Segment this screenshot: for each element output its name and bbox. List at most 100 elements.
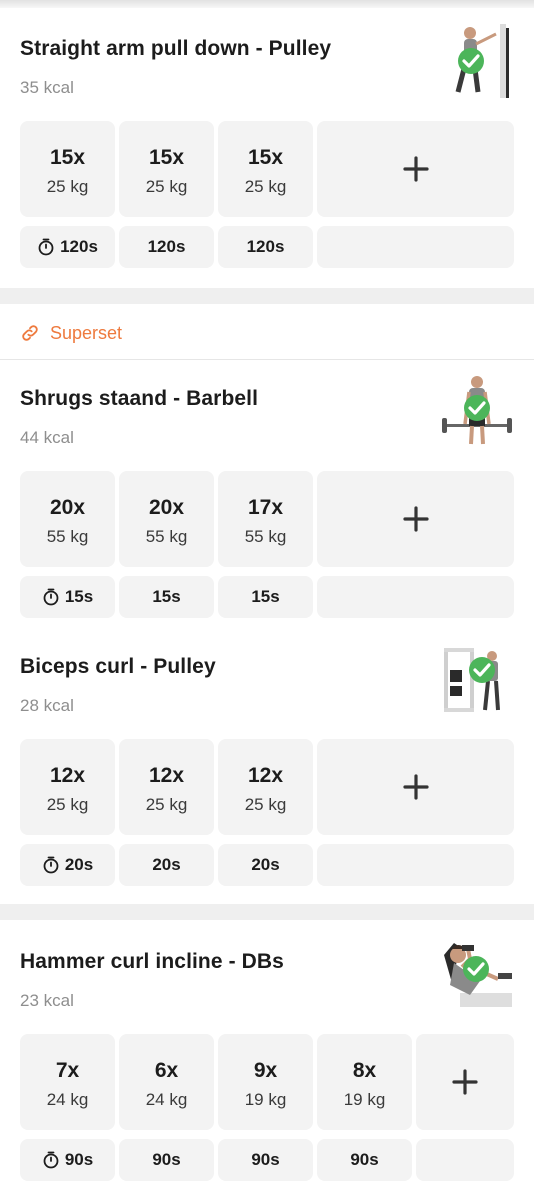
- set-weight: 25 kg: [46, 177, 89, 196]
- rest-cell[interactable]: 120s: [20, 226, 115, 268]
- set-reps: 20x: [49, 496, 86, 519]
- rest-cell[interactable]: 15s: [119, 576, 214, 618]
- rest-cell[interactable]: 15s: [218, 576, 313, 618]
- rest-time: 20s: [251, 855, 280, 874]
- rest-cell[interactable]: 20s: [119, 844, 214, 886]
- exercise-thumbnail[interactable]: [440, 937, 514, 1011]
- set-cell[interactable]: 9x 19 kg: [218, 1034, 313, 1130]
- exercise-thumbnail[interactable]: [440, 642, 514, 716]
- set-cell[interactable]: 20x 55 kg: [119, 471, 214, 567]
- set-reps: 17x: [247, 496, 284, 519]
- set-weight: 25 kg: [145, 177, 188, 196]
- set-weight: 24 kg: [46, 1090, 89, 1109]
- add-set-button[interactable]: [317, 121, 514, 217]
- sets-row: 15x 25 kg 15x 25 kg 15x 25 kg: [20, 121, 514, 217]
- rest-row: 90s 90s 90s 90s: [20, 1139, 514, 1181]
- set-cell[interactable]: 15x 25 kg: [20, 121, 115, 217]
- timer-icon: [43, 856, 59, 874]
- exercise-kcal: 44 kcal: [20, 428, 74, 447]
- exercise-title[interactable]: Hammer curl incline - DBs: [20, 950, 284, 974]
- set-cell[interactable]: 15x 25 kg: [218, 121, 313, 217]
- rest-cell[interactable]: 15s: [20, 576, 115, 618]
- superset-label[interactable]: Superset: [20, 320, 122, 346]
- exercise-title[interactable]: Shrugs staand - Barbell: [20, 387, 258, 411]
- set-reps: 12x: [247, 764, 284, 787]
- plus-icon: [402, 156, 429, 182]
- set-cell[interactable]: 17x 55 kg: [218, 471, 313, 567]
- set-reps: 8x: [352, 1059, 377, 1082]
- set-cell[interactable]: 12x 25 kg: [218, 739, 313, 835]
- set-reps: 9x: [253, 1059, 278, 1082]
- exercise-title[interactable]: Biceps curl - Pulley: [20, 655, 216, 679]
- add-set-button[interactable]: [317, 739, 514, 835]
- set-weight: 25 kg: [145, 795, 188, 814]
- set-weight: 25 kg: [46, 795, 89, 814]
- set-cell[interactable]: 6x 24 kg: [119, 1034, 214, 1130]
- rest-time: 120s: [246, 237, 285, 256]
- set-cell[interactable]: 15x 25 kg: [119, 121, 214, 217]
- set-weight: 24 kg: [145, 1090, 188, 1109]
- exercise-thumbnail[interactable]: [440, 24, 514, 98]
- add-set-button[interactable]: [317, 471, 514, 567]
- rest-time: 15s: [251, 587, 280, 606]
- set-reps: 12x: [49, 764, 86, 787]
- rest-cell[interactable]: 20s: [20, 844, 115, 886]
- sets-row: 12x 25 kg 12x 25 kg 12x 25 kg: [20, 739, 514, 835]
- rest-cell[interactable]: 20s: [218, 844, 313, 886]
- rest-cell-empty: [317, 576, 514, 618]
- set-reps: 15x: [148, 146, 185, 169]
- rest-cell[interactable]: 120s: [119, 226, 214, 268]
- rest-time: 90s: [64, 1150, 94, 1169]
- sets-row: 20x 55 kg 20x 55 kg 17x 55 kg: [20, 471, 514, 567]
- check-circle-icon: [463, 956, 489, 982]
- rest-cell-empty: [317, 226, 514, 268]
- timer-icon: [43, 588, 59, 606]
- rest-cell[interactable]: 90s: [119, 1139, 214, 1181]
- set-reps: 12x: [148, 764, 185, 787]
- check-circle-icon: [464, 395, 490, 421]
- exercise-thumbnail[interactable]: [440, 374, 514, 448]
- check-circle-icon: [469, 657, 495, 683]
- set-weight: 19 kg: [343, 1090, 386, 1109]
- top-shadow: [0, 0, 534, 8]
- rest-time: 20s: [64, 855, 94, 874]
- set-reps: 15x: [49, 146, 86, 169]
- rest-cell[interactable]: 90s: [20, 1139, 115, 1181]
- rest-cell-empty: [317, 844, 514, 886]
- set-weight: 55 kg: [46, 527, 89, 546]
- plus-icon: [402, 774, 429, 800]
- rest-cell[interactable]: 90s: [317, 1139, 412, 1181]
- exercise-kcal: 23 kcal: [20, 991, 74, 1010]
- set-cell[interactable]: 8x 19 kg: [317, 1034, 412, 1130]
- set-weight: 55 kg: [145, 527, 188, 546]
- rest-cell[interactable]: 90s: [218, 1139, 313, 1181]
- set-cell[interactable]: 12x 25 kg: [20, 739, 115, 835]
- sets-row: 7x 24 kg 6x 24 kg 9x 19 kg 8x 19 kg: [20, 1034, 514, 1130]
- exercise-title[interactable]: Straight arm pull down - Pulley: [20, 37, 331, 61]
- set-reps: 20x: [148, 496, 185, 519]
- rest-row: 20s 20s 20s: [20, 844, 514, 886]
- set-cell[interactable]: 7x 24 kg: [20, 1034, 115, 1130]
- rest-time: 90s: [251, 1150, 280, 1169]
- plus-icon: [452, 1069, 478, 1095]
- timer-icon: [38, 238, 54, 256]
- set-reps: 6x: [154, 1059, 179, 1082]
- set-reps: 15x: [247, 146, 284, 169]
- link-icon: [22, 325, 38, 341]
- set-cell[interactable]: 20x 55 kg: [20, 471, 115, 567]
- exercise-kcal: 28 kcal: [20, 696, 74, 715]
- plus-icon: [402, 506, 429, 532]
- add-set-button[interactable]: [416, 1034, 514, 1130]
- rest-time: 20s: [152, 855, 181, 874]
- check-circle-icon: [458, 48, 484, 74]
- rest-row: 120s 120s 120s: [20, 226, 514, 268]
- rest-time: 120s: [60, 237, 98, 256]
- set-weight: 19 kg: [244, 1090, 287, 1109]
- set-weight: 25 kg: [244, 795, 287, 814]
- exercise-kcal: 35 kcal: [20, 78, 74, 97]
- set-cell[interactable]: 12x 25 kg: [119, 739, 214, 835]
- rest-cell[interactable]: 120s: [218, 226, 313, 268]
- rest-cell-empty: [416, 1139, 514, 1181]
- rest-time: 90s: [350, 1150, 379, 1169]
- rest-time: 120s: [147, 237, 186, 256]
